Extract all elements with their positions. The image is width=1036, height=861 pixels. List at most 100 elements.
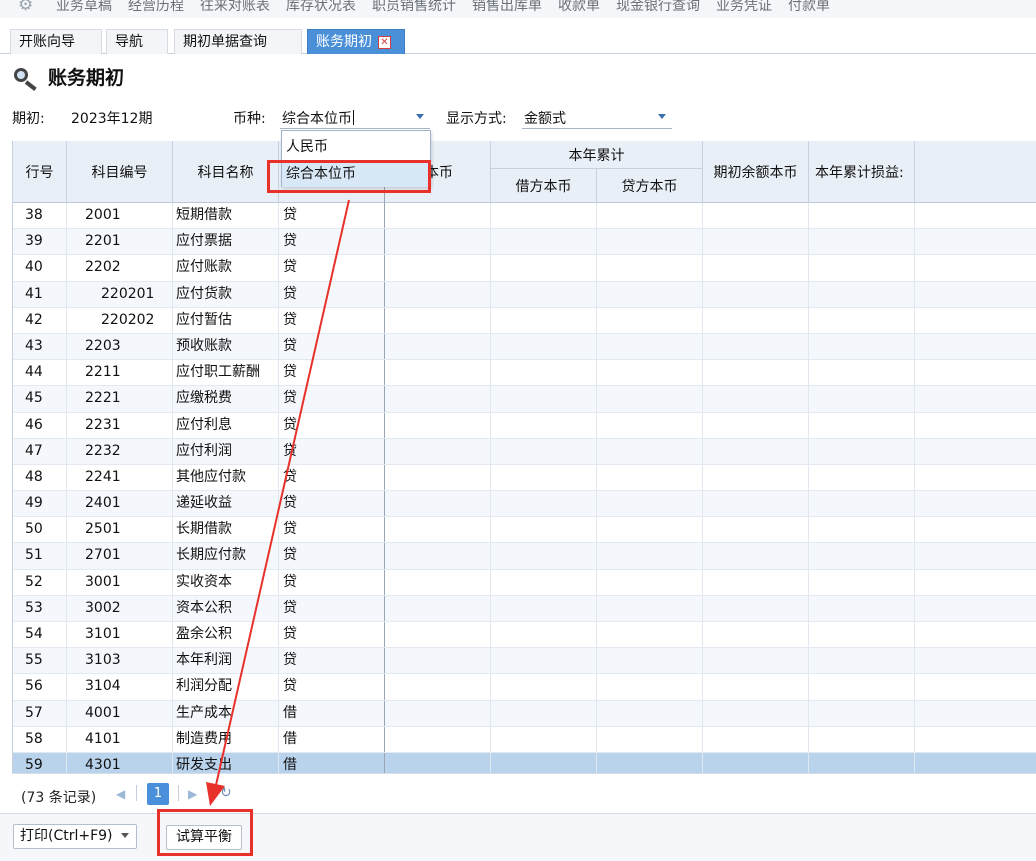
cell-direction[interactable]: 贷	[279, 674, 385, 700]
cell-ytd-debit[interactable]	[491, 700, 597, 726]
cell-direction[interactable]: 贷	[279, 569, 385, 595]
cell-row-no[interactable]: 41	[13, 281, 67, 307]
close-icon[interactable]: ✕	[378, 36, 391, 49]
tab-opening-document-query[interactable]: 期初单据查询	[174, 29, 302, 54]
cell-ytd-credit[interactable]	[597, 360, 703, 386]
cell-row-no[interactable]: 54	[13, 622, 67, 648]
cell-ytd-credit[interactable]	[597, 333, 703, 360]
cell-ytd-credit[interactable]	[597, 255, 703, 281]
cell-ytd-credit[interactable]	[597, 281, 703, 307]
cell-direction[interactable]: 贷	[279, 595, 385, 621]
cell-opening-balance[interactable]	[703, 700, 809, 726]
cell-ytd-credit[interactable]	[597, 569, 703, 595]
cell-ytd-profit-loss[interactable]	[809, 307, 915, 333]
table-row[interactable]: 55 3103 本年利润贷	[13, 648, 1036, 675]
cell-account-code[interactable]: 2211	[67, 360, 173, 386]
cell-opening-balance[interactable]	[703, 491, 809, 517]
table-row[interactable]: 49 2401 递延收益贷	[13, 491, 1036, 518]
cell-row-no[interactable]: 51	[13, 543, 67, 569]
table-row[interactable]: 59 4301 研发支出借	[13, 752, 1036, 773]
cell-direction[interactable]: 贷	[279, 491, 385, 517]
cell-opening-balance[interactable]	[703, 726, 809, 752]
table-row[interactable]: 40 2202 应付账款贷	[13, 255, 1036, 282]
cell-opening-base[interactable]	[385, 752, 491, 773]
module-menu-item[interactable]: 库存状况表	[286, 0, 356, 15]
cell-account-code[interactable]: 4301	[67, 752, 173, 773]
cell-opening-base[interactable]	[385, 569, 491, 595]
cell-account-name[interactable]: 资本公积	[173, 595, 279, 621]
cell-account-name[interactable]: 长期应付款	[173, 543, 279, 569]
cell-account-name[interactable]: 应缴税费	[173, 386, 279, 412]
cell-ytd-credit[interactable]	[597, 752, 703, 773]
cell-account-name[interactable]: 制造费用	[173, 726, 279, 752]
cell-ytd-profit-loss[interactable]	[809, 464, 915, 491]
cell-opening-base[interactable]	[385, 412, 491, 438]
cell-account-code[interactable]: 220201	[67, 281, 173, 307]
cell-row-no[interactable]: 57	[13, 700, 67, 726]
cell-opening-balance[interactable]	[703, 203, 809, 229]
cell-ytd-profit-loss[interactable]	[809, 648, 915, 674]
cell-ytd-debit[interactable]	[491, 543, 597, 569]
cell-opening-balance[interactable]	[703, 333, 809, 360]
cell-direction[interactable]: 借	[279, 752, 385, 773]
cell-ytd-credit[interactable]	[597, 203, 703, 229]
module-menu-item[interactable]: 现金银行查询	[616, 0, 700, 15]
cell-row-no[interactable]: 40	[13, 255, 67, 281]
cell-account-name[interactable]: 应付票据	[173, 229, 279, 255]
cell-row-no[interactable]: 48	[13, 464, 67, 491]
display-mode-select[interactable]: 金额式	[522, 104, 672, 129]
cell-opening-balance[interactable]	[703, 412, 809, 438]
cell-account-code[interactable]: 3103	[67, 648, 173, 674]
cell-ytd-profit-loss[interactable]	[809, 438, 915, 464]
cell-ytd-debit[interactable]	[491, 255, 597, 281]
table-row[interactable]: 58 4101 制造费用借	[13, 726, 1036, 753]
cell-ytd-profit-loss[interactable]	[809, 674, 915, 700]
cell-opening-base[interactable]	[385, 281, 491, 307]
cell-account-code[interactable]: 2221	[67, 386, 173, 412]
cell-account-code[interactable]: 2231	[67, 412, 173, 438]
cell-ytd-debit[interactable]	[491, 333, 597, 360]
cell-row-no[interactable]: 56	[13, 674, 67, 700]
cell-row-no[interactable]: 53	[13, 595, 67, 621]
cell-ytd-profit-loss[interactable]	[809, 203, 915, 229]
cell-ytd-credit[interactable]	[597, 543, 703, 569]
col-header-opening-balance[interactable]: 期初余额本币	[703, 141, 809, 203]
table-row[interactable]: 54 3101 盈余公积贷	[13, 622, 1036, 649]
gear-icon[interactable]: ⚙	[18, 0, 38, 15]
cell-direction[interactable]: 贷	[279, 464, 385, 491]
cell-opening-balance[interactable]	[703, 386, 809, 412]
cell-opening-balance[interactable]	[703, 307, 809, 333]
cell-ytd-debit[interactable]	[491, 307, 597, 333]
page-number-button[interactable]: 1	[147, 783, 169, 805]
cell-ytd-debit[interactable]	[491, 674, 597, 700]
cell-direction[interactable]: 贷	[279, 203, 385, 229]
cell-account-name[interactable]: 利润分配	[173, 674, 279, 700]
cell-row-no[interactable]: 59	[13, 752, 67, 773]
cell-opening-balance[interactable]	[703, 517, 809, 543]
cell-account-name[interactable]: 应付利息	[173, 412, 279, 438]
cell-ytd-debit[interactable]	[491, 412, 597, 438]
cell-ytd-credit[interactable]	[597, 307, 703, 333]
cell-opening-balance[interactable]	[703, 622, 809, 648]
col-header-account-code[interactable]: 科目编号	[67, 141, 173, 203]
cell-ytd-debit[interactable]	[491, 517, 597, 543]
cell-ytd-debit[interactable]	[491, 752, 597, 773]
cell-ytd-debit[interactable]	[491, 648, 597, 674]
cell-account-code[interactable]: 2203	[67, 333, 173, 360]
cell-row-no[interactable]: 45	[13, 386, 67, 412]
cell-direction[interactable]: 贷	[279, 648, 385, 674]
col-header-row-no[interactable]: 行号	[13, 141, 67, 203]
cell-direction[interactable]: 贷	[279, 438, 385, 464]
module-menu-item[interactable]: 收款单	[558, 0, 600, 15]
cell-ytd-profit-loss[interactable]	[809, 412, 915, 438]
cell-account-name[interactable]: 研发支出	[173, 752, 279, 773]
cell-opening-base[interactable]	[385, 491, 491, 517]
cell-direction[interactable]: 贷	[279, 622, 385, 648]
cell-opening-base[interactable]	[385, 464, 491, 491]
cell-row-no[interactable]: 55	[13, 648, 67, 674]
cell-account-code[interactable]: 2202	[67, 255, 173, 281]
chevron-down-icon[interactable]	[120, 833, 129, 838]
cell-opening-balance[interactable]	[703, 464, 809, 491]
cell-direction[interactable]: 贷	[279, 255, 385, 281]
cell-ytd-credit[interactable]	[597, 386, 703, 412]
